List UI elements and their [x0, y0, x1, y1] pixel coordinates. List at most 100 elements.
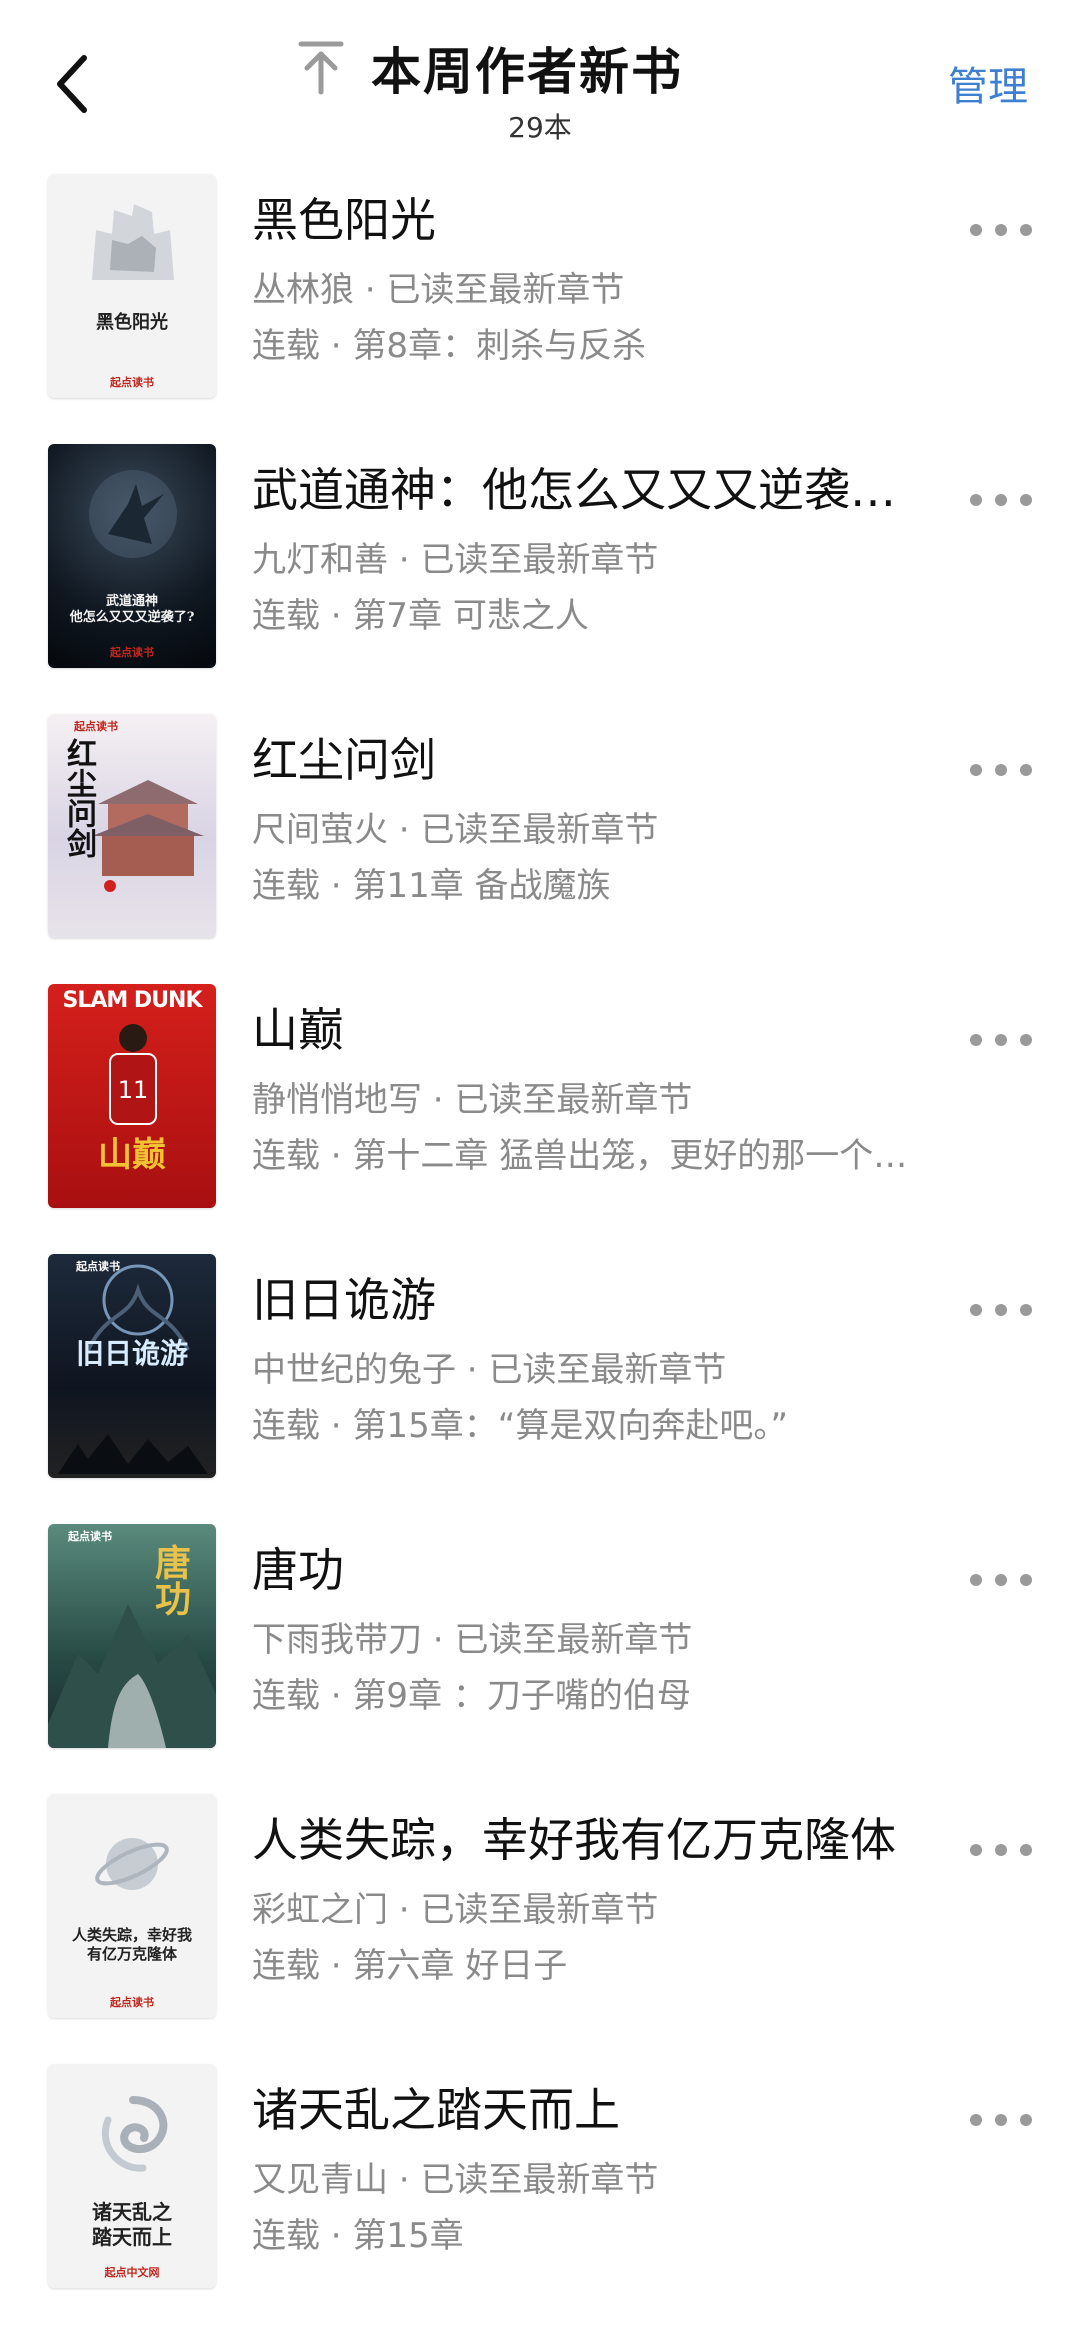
cover-title: 旧日诡游: [75, 1337, 188, 1370]
book-chapter-line: 连载 · 第7章 可悲之人: [252, 594, 952, 638]
latest-chapter: 第8章：刺杀与反杀: [352, 326, 647, 366]
more-button[interactable]: [966, 1830, 1036, 1870]
cover-title: 诸天乱之 踏天而上: [92, 2200, 172, 2249]
read-progress: 已读至最新章节: [420, 1890, 659, 1930]
more-horizontal-icon: [970, 494, 1032, 506]
book-list-item[interactable]: 人类失踪，幸好我 有亿万克隆体 起点读书 人类失踪，幸好我有亿万克隆体 彩虹之门 · …: [0, 1790, 1080, 2060]
book-cover[interactable]: 诸天乱之 踏天而上起点中文网: [48, 2064, 216, 2288]
separator: ·: [388, 540, 421, 580]
more-button[interactable]: [966, 480, 1036, 520]
manage-button[interactable]: 管理: [948, 54, 1028, 112]
book-meta: 下雨我带刀 · 已读至最新章节: [252, 1618, 932, 1662]
book-cover[interactable]: 唐功 起点读书: [48, 1524, 216, 1748]
more-horizontal-icon: [970, 1574, 1032, 1586]
more-horizontal-icon: [970, 1304, 1032, 1316]
book-chapter-line: 连载 · 第十二章 猛兽出笼，更好的那一个…: [252, 1134, 952, 1178]
book-status: 连载: [252, 2216, 320, 2256]
book-list-item[interactable]: 红尘问剑 起点读书 红尘问剑尺间萤火 · 已读至最新章节连载 · 第11章 备战魔…: [0, 710, 1080, 980]
read-progress: 已读至最新章节: [488, 1350, 727, 1390]
separator: ·: [320, 1946, 353, 1986]
cover-title: 红尘问剑: [61, 738, 96, 858]
read-progress: 已读至最新章节: [420, 2160, 659, 2200]
read-progress: 已读至最新章节: [386, 270, 625, 310]
separator: ·: [388, 1890, 421, 1930]
latest-chapter: 第15章：“算是双向奔赴吧。”: [352, 1406, 788, 1446]
more-button[interactable]: [966, 1020, 1036, 1060]
separator: ·: [320, 596, 353, 636]
book-cover[interactable]: 旧日诡游 起点读书: [48, 1254, 216, 1478]
book-chapter-line: 连载 · 第9章 ：刀子嘴的伯母: [252, 1674, 952, 1718]
book-status: 连载: [252, 866, 320, 906]
book-info: 黑色阳光丛林狼 · 已读至最新章节连载 · 第8章：刺杀与反杀: [252, 190, 932, 368]
book-cover[interactable]: 黑色阳光 起点读书: [48, 174, 216, 398]
publisher-logo: 起点读书: [110, 376, 154, 389]
separator: ·: [422, 1620, 455, 1660]
more-horizontal-icon: [970, 1034, 1032, 1046]
arrow-up-to-top-icon[interactable]: [297, 40, 345, 96]
book-author: 尺间萤火: [252, 810, 388, 850]
book-cover[interactable]: SLAM DUNK 11 山巅: [48, 984, 216, 1208]
publisher-logo: 起点读书: [76, 1260, 120, 1273]
book-chapter-line: 连载 · 第15章: [252, 2214, 952, 2258]
book-author: 丛林狼: [252, 270, 354, 310]
book-info: 诸天乱之踏天而上 又见青山 · 已读至最新章节 连载 · 第15章: [252, 2080, 932, 2258]
more-button[interactable]: [966, 210, 1036, 250]
book-title: 人类失踪，幸好我有亿万克隆体: [252, 1813, 896, 1867]
book-meta: 九灯和善 · 已读至最新章节: [252, 538, 932, 582]
separator: ·: [320, 326, 353, 366]
book-author: 下雨我带刀: [252, 1620, 422, 1660]
book-author: 静悄悄地写: [252, 1080, 422, 1120]
latest-chapter: 第六章 好日子: [352, 1946, 568, 1986]
book-info: 武道通神：他怎么又又又逆袭… 九灯和善 · 已读至最新章节 连载 · 第7章 可悲之…: [252, 460, 932, 638]
more-button[interactable]: [966, 1560, 1036, 1600]
book-info: 旧日诡游 中世纪的兔子 · 已读至最新章节 连载 · 第15章：“算是双向奔赴吧。”: [252, 1270, 932, 1448]
publisher-logo: 起点读书: [74, 720, 118, 733]
book-list-item[interactable]: 武道通神 他怎么又又又逆袭了? 起点读书 武道通神：他怎么又又又逆袭… 九灯和善 · …: [0, 440, 1080, 710]
book-meta: 尺间萤火 · 已读至最新章节: [252, 808, 932, 852]
book-author: 又见青山: [252, 2160, 388, 2200]
book-chapter-line: 连载 · 第15章：“算是双向奔赴吧。”: [252, 1404, 952, 1448]
more-horizontal-icon: [970, 2114, 1032, 2126]
book-status: 连载: [252, 1946, 320, 1986]
separator: ·: [320, 2216, 353, 2256]
cover-title: 山巅: [98, 1135, 166, 1175]
book-title: 唐功: [252, 1543, 344, 1597]
separator: ·: [422, 1080, 455, 1120]
svg-text:11: 11: [118, 1076, 149, 1104]
separator: ·: [388, 810, 421, 850]
book-status: 连载: [252, 1676, 320, 1716]
separator: ·: [320, 1676, 353, 1716]
book-info: 山巅 静悄悄地写 · 已读至最新章节 连载 · 第十二章 猛兽出笼，更好的那一个…: [252, 1000, 932, 1178]
read-progress: 已读至最新章节: [420, 810, 659, 850]
book-chapter-line: 连载 · 第8章：刺杀与反杀: [252, 324, 952, 368]
separator: ·: [320, 1136, 353, 1176]
publisher-logo: 起点中文网: [104, 2266, 160, 2279]
more-horizontal-icon: [970, 1844, 1032, 1856]
page-title: 本周作者新书: [371, 43, 683, 101]
book-list-item[interactable]: 唐功 起点读书 唐功下雨我带刀 · 已读至最新章节 连载 · 第9章 ：刀子嘴的伯母: [0, 1520, 1080, 1790]
more-horizontal-icon: [970, 764, 1032, 776]
book-status: 连载: [252, 326, 320, 366]
more-button[interactable]: [966, 1290, 1036, 1330]
more-horizontal-icon: [970, 224, 1032, 236]
separator: ·: [354, 270, 387, 310]
book-list-item[interactable]: SLAM DUNK 11 山巅 山巅 静悄悄地写 · 已读至最新章节 连载 · 第十二…: [0, 980, 1080, 1250]
latest-chapter: 第7章 可悲之人: [352, 596, 589, 636]
book-cover[interactable]: 红尘问剑 起点读书: [48, 714, 216, 938]
book-title: 黑色阳光: [252, 193, 436, 247]
cover-title: 黑色阳光: [96, 312, 168, 333]
book-list-item[interactable]: 黑色阳光 起点读书 黑色阳光 丛林狼 · 已读至最新章节 连载 · 第8章：刺杀与反杀: [0, 170, 1080, 440]
cover-title: 唐功: [149, 1544, 191, 1616]
book-cover[interactable]: 人类失踪，幸好我 有亿万克隆体 起点读书: [48, 1794, 216, 2018]
read-progress: 已读至最新章节: [454, 1080, 693, 1120]
latest-chapter: 第11章 备战魔族: [352, 866, 611, 906]
book-meta: 静悄悄地写 · 已读至最新章节: [252, 1078, 932, 1122]
book-chapter-line: 连载 · 第六章 好日子: [252, 1944, 952, 1988]
book-info: 红尘问剑 尺间萤火 · 已读至最新章节 连载 · 第11章 备战魔族: [252, 730, 932, 908]
book-cover[interactable]: 武道通神 他怎么又又又逆袭了? 起点读书: [48, 444, 216, 668]
more-button[interactable]: [966, 750, 1036, 790]
book-list-item[interactable]: 诸天乱之 踏天而上 起点中文网 诸天乱之踏天而上 又见青山 · 已读至最新章节 连载 ·…: [0, 2060, 1080, 2330]
separator: ·: [456, 1350, 489, 1390]
more-button[interactable]: [966, 2100, 1036, 2140]
book-list-item[interactable]: 旧日诡游 起点读书 旧日诡游 中世纪的兔子 · 已读至最新章节 连载 · 第15章：“…: [0, 1250, 1080, 1520]
